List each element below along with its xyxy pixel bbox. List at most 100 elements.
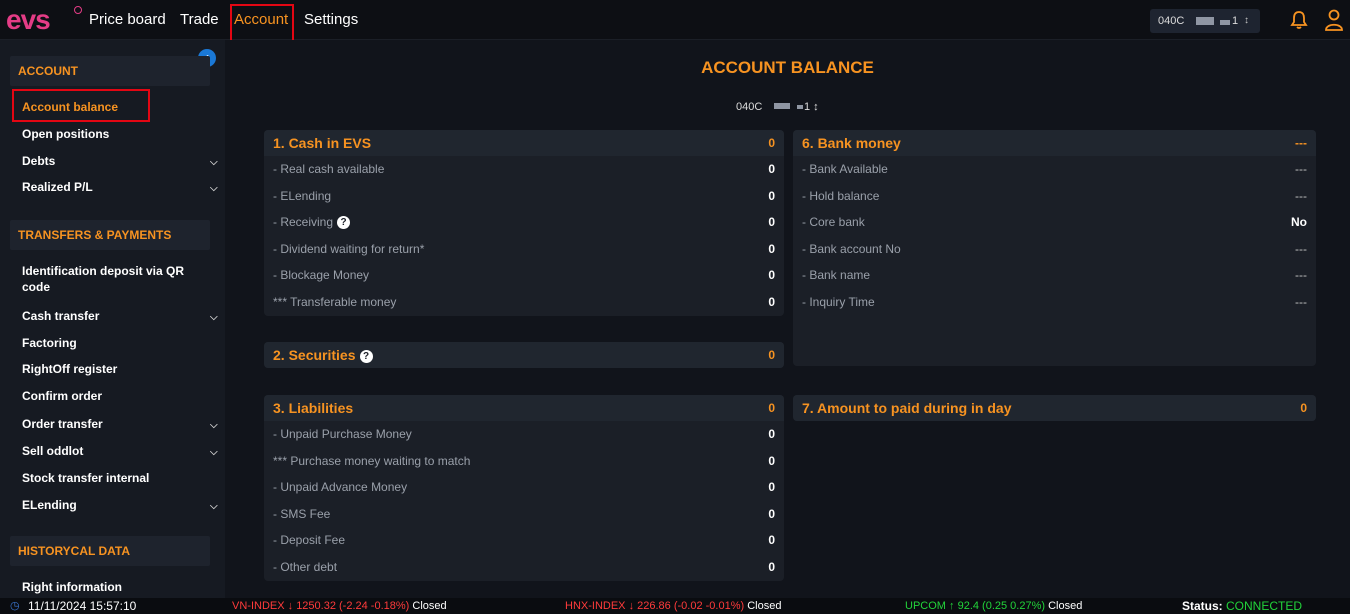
row-value: 0 [768, 188, 775, 203]
row-label: - Real cash available [273, 162, 385, 176]
sidebar-item-elending[interactable]: ELending ⌵ [22, 497, 222, 513]
sidebar-item-open-positions[interactable]: Open positions [22, 126, 222, 142]
bell-icon[interactable] [1289, 10, 1309, 30]
page-title: ACCOUNT BALANCE [701, 58, 874, 77]
sidebar-item-factoring[interactable]: Factoring [22, 335, 222, 351]
liability-row: - Deposit Fee 0 [264, 527, 784, 554]
cash-row: - ELending 0 [264, 183, 784, 210]
datetime: 11/11/2024 15:57:10 [28, 599, 137, 613]
sidebar-item-label: Order transfer [22, 417, 103, 431]
sidebar-item-cash-transfer[interactable]: Cash transfer ⌵ [22, 308, 222, 324]
row-label: *** Transferable money [273, 294, 397, 309]
liabilities-panel: 3. Liabilities 0 - Unpaid Purchase Money… [264, 395, 784, 581]
sidebar-item-label: Account balance [22, 100, 119, 114]
sidebar-item-label: Debts [22, 154, 56, 168]
account-mask [1220, 20, 1230, 25]
row-label: - Deposit Fee [273, 533, 346, 547]
bank-panel-header: 6. Bank money --- [793, 130, 1316, 156]
liabilities-total: 0 [768, 401, 775, 415]
account-mask [774, 103, 790, 109]
down-arrow-icon: ↓ [628, 600, 635, 612]
row-value: 0 [768, 453, 775, 468]
sidebar-item-label: ELending [22, 498, 77, 512]
row-value: 0 [768, 533, 775, 547]
sidebar-item-confirm-order[interactable]: Confirm order [22, 388, 222, 404]
sidebar-item-sell-oddlot[interactable]: Sell oddlot ⌵ [22, 443, 222, 459]
sidebar-item-stock-transfer[interactable]: Stock transfer internal [22, 470, 222, 486]
evs-logo[interactable]: evs [6, 4, 82, 35]
row-label: - Core bank [802, 215, 865, 229]
row-label: - Other debt [273, 559, 338, 574]
sidebar-section-transfers: TRANSFERS & PAYMENTS [10, 220, 210, 250]
row-value: 0 [768, 559, 775, 574]
chevron-down-icon: ⌵ [210, 501, 218, 512]
cash-row: - Receiving? 0 [264, 209, 784, 236]
cash-row: - Real cash available 0 [264, 156, 784, 183]
row-value: 0 [768, 215, 775, 229]
bank-row: - Bank name --- [793, 262, 1316, 289]
sidebar-item-label: Identification deposit via QR [22, 264, 185, 278]
sidebar-item-order-transfer[interactable]: Order transfer ⌵ [22, 416, 222, 432]
sidebar: ‹ ACCOUNT Account balance Open positions… [0, 40, 225, 598]
index-value: 226.86 (-0.02 -0.01%) [637, 600, 745, 612]
sidebar-item-label: Sell oddlot [22, 444, 84, 458]
hnxindex: HNX-INDEX ↓ 226.86 (-0.02 -0.01%) Closed [565, 598, 781, 614]
securities-panel-title: 2. Securities [273, 347, 356, 363]
sidebar-item-qr-deposit[interactable]: Identification deposit via QR code [22, 263, 222, 295]
row-label: - Bank Available [802, 162, 888, 176]
index-value: 1250.32 (-2.24 -0.18%) [296, 600, 410, 612]
bank-row: - Core bank No [793, 209, 1316, 236]
sidebar-item-right-information[interactable]: Right information [22, 579, 222, 595]
amount-panel: 7. Amount to paid during in day 0 [793, 395, 1316, 421]
row-value: 0 [768, 268, 775, 282]
row-label: - Inquiry Time [802, 294, 875, 309]
row-value: --- [1295, 188, 1307, 203]
help-icon[interactable]: ? [337, 216, 351, 230]
status-label: Status: [1182, 599, 1223, 613]
sidebar-item-rightoff[interactable]: RightOff register [22, 361, 222, 377]
account-selector[interactable]: 040C 1 ↕ [1150, 9, 1260, 33]
liability-row: - Other debt 0 [264, 554, 784, 581]
amount-panel-title: 7. Amount to paid during in day [802, 400, 1012, 416]
nav-price-board[interactable]: Price board [89, 11, 166, 28]
row-value: No [1291, 215, 1307, 229]
account-mask [1196, 17, 1214, 25]
index-state: Closed [747, 600, 782, 612]
sidebar-item-label: Factoring [22, 336, 77, 350]
account-suffix-text: 1 [804, 101, 811, 113]
row-label: - Bank account No [802, 241, 901, 256]
help-icon[interactable]: ? [359, 349, 373, 363]
index-name: HNX-INDEX [565, 600, 626, 612]
row-value: --- [1295, 268, 1307, 282]
chevron-down-icon: ⌵ [210, 183, 218, 194]
row-value: 0 [768, 506, 775, 521]
row-label: - SMS Fee [273, 506, 331, 521]
row-value: --- [1295, 241, 1307, 256]
row-label: - Unpaid Purchase Money [273, 427, 412, 441]
sidebar-item-account-balance[interactable]: Account balance [22, 99, 222, 115]
status-bar: ◷ 11/11/2024 15:57:10 VN-INDEX ↓ 1250.32… [0, 598, 1350, 614]
user-icon[interactable] [1324, 9, 1344, 31]
row-value: --- [1295, 162, 1307, 176]
chevron-down-icon: ⌵ [210, 420, 218, 431]
securities-total: 0 [768, 348, 775, 362]
account-suffix: 1 [1232, 15, 1239, 27]
row-label: - Receiving [273, 215, 334, 229]
bank-row: - Bank account No --- [793, 236, 1316, 263]
index-state: Closed [412, 600, 447, 612]
liability-row: - Unpaid Advance Money 0 [264, 474, 784, 501]
account-suffix: 1 ↕ [804, 101, 819, 113]
securities-panel: 2. Securities? 0 [264, 342, 784, 368]
account-sub-selector[interactable]: 040C 1 ↕ [734, 96, 832, 118]
row-label: - Unpaid Advance Money [273, 480, 408, 494]
sidebar-item-realized-pl[interactable]: Realized P/L ⌵ [22, 179, 222, 195]
logo-text: evs [6, 4, 51, 35]
sidebar-item-debts[interactable]: Debts ⌵ [22, 153, 222, 169]
amount-total: 0 [1300, 401, 1307, 415]
index-value: 92.4 (0.25 0.27%) [957, 600, 1046, 612]
nav-trade[interactable]: Trade [180, 11, 219, 28]
sidebar-item-label: Open positions [22, 127, 110, 141]
liability-row: - SMS Fee 0 [264, 501, 784, 528]
liabilities-panel-header: 3. Liabilities 0 [264, 395, 784, 421]
nav-settings[interactable]: Settings [304, 11, 358, 28]
